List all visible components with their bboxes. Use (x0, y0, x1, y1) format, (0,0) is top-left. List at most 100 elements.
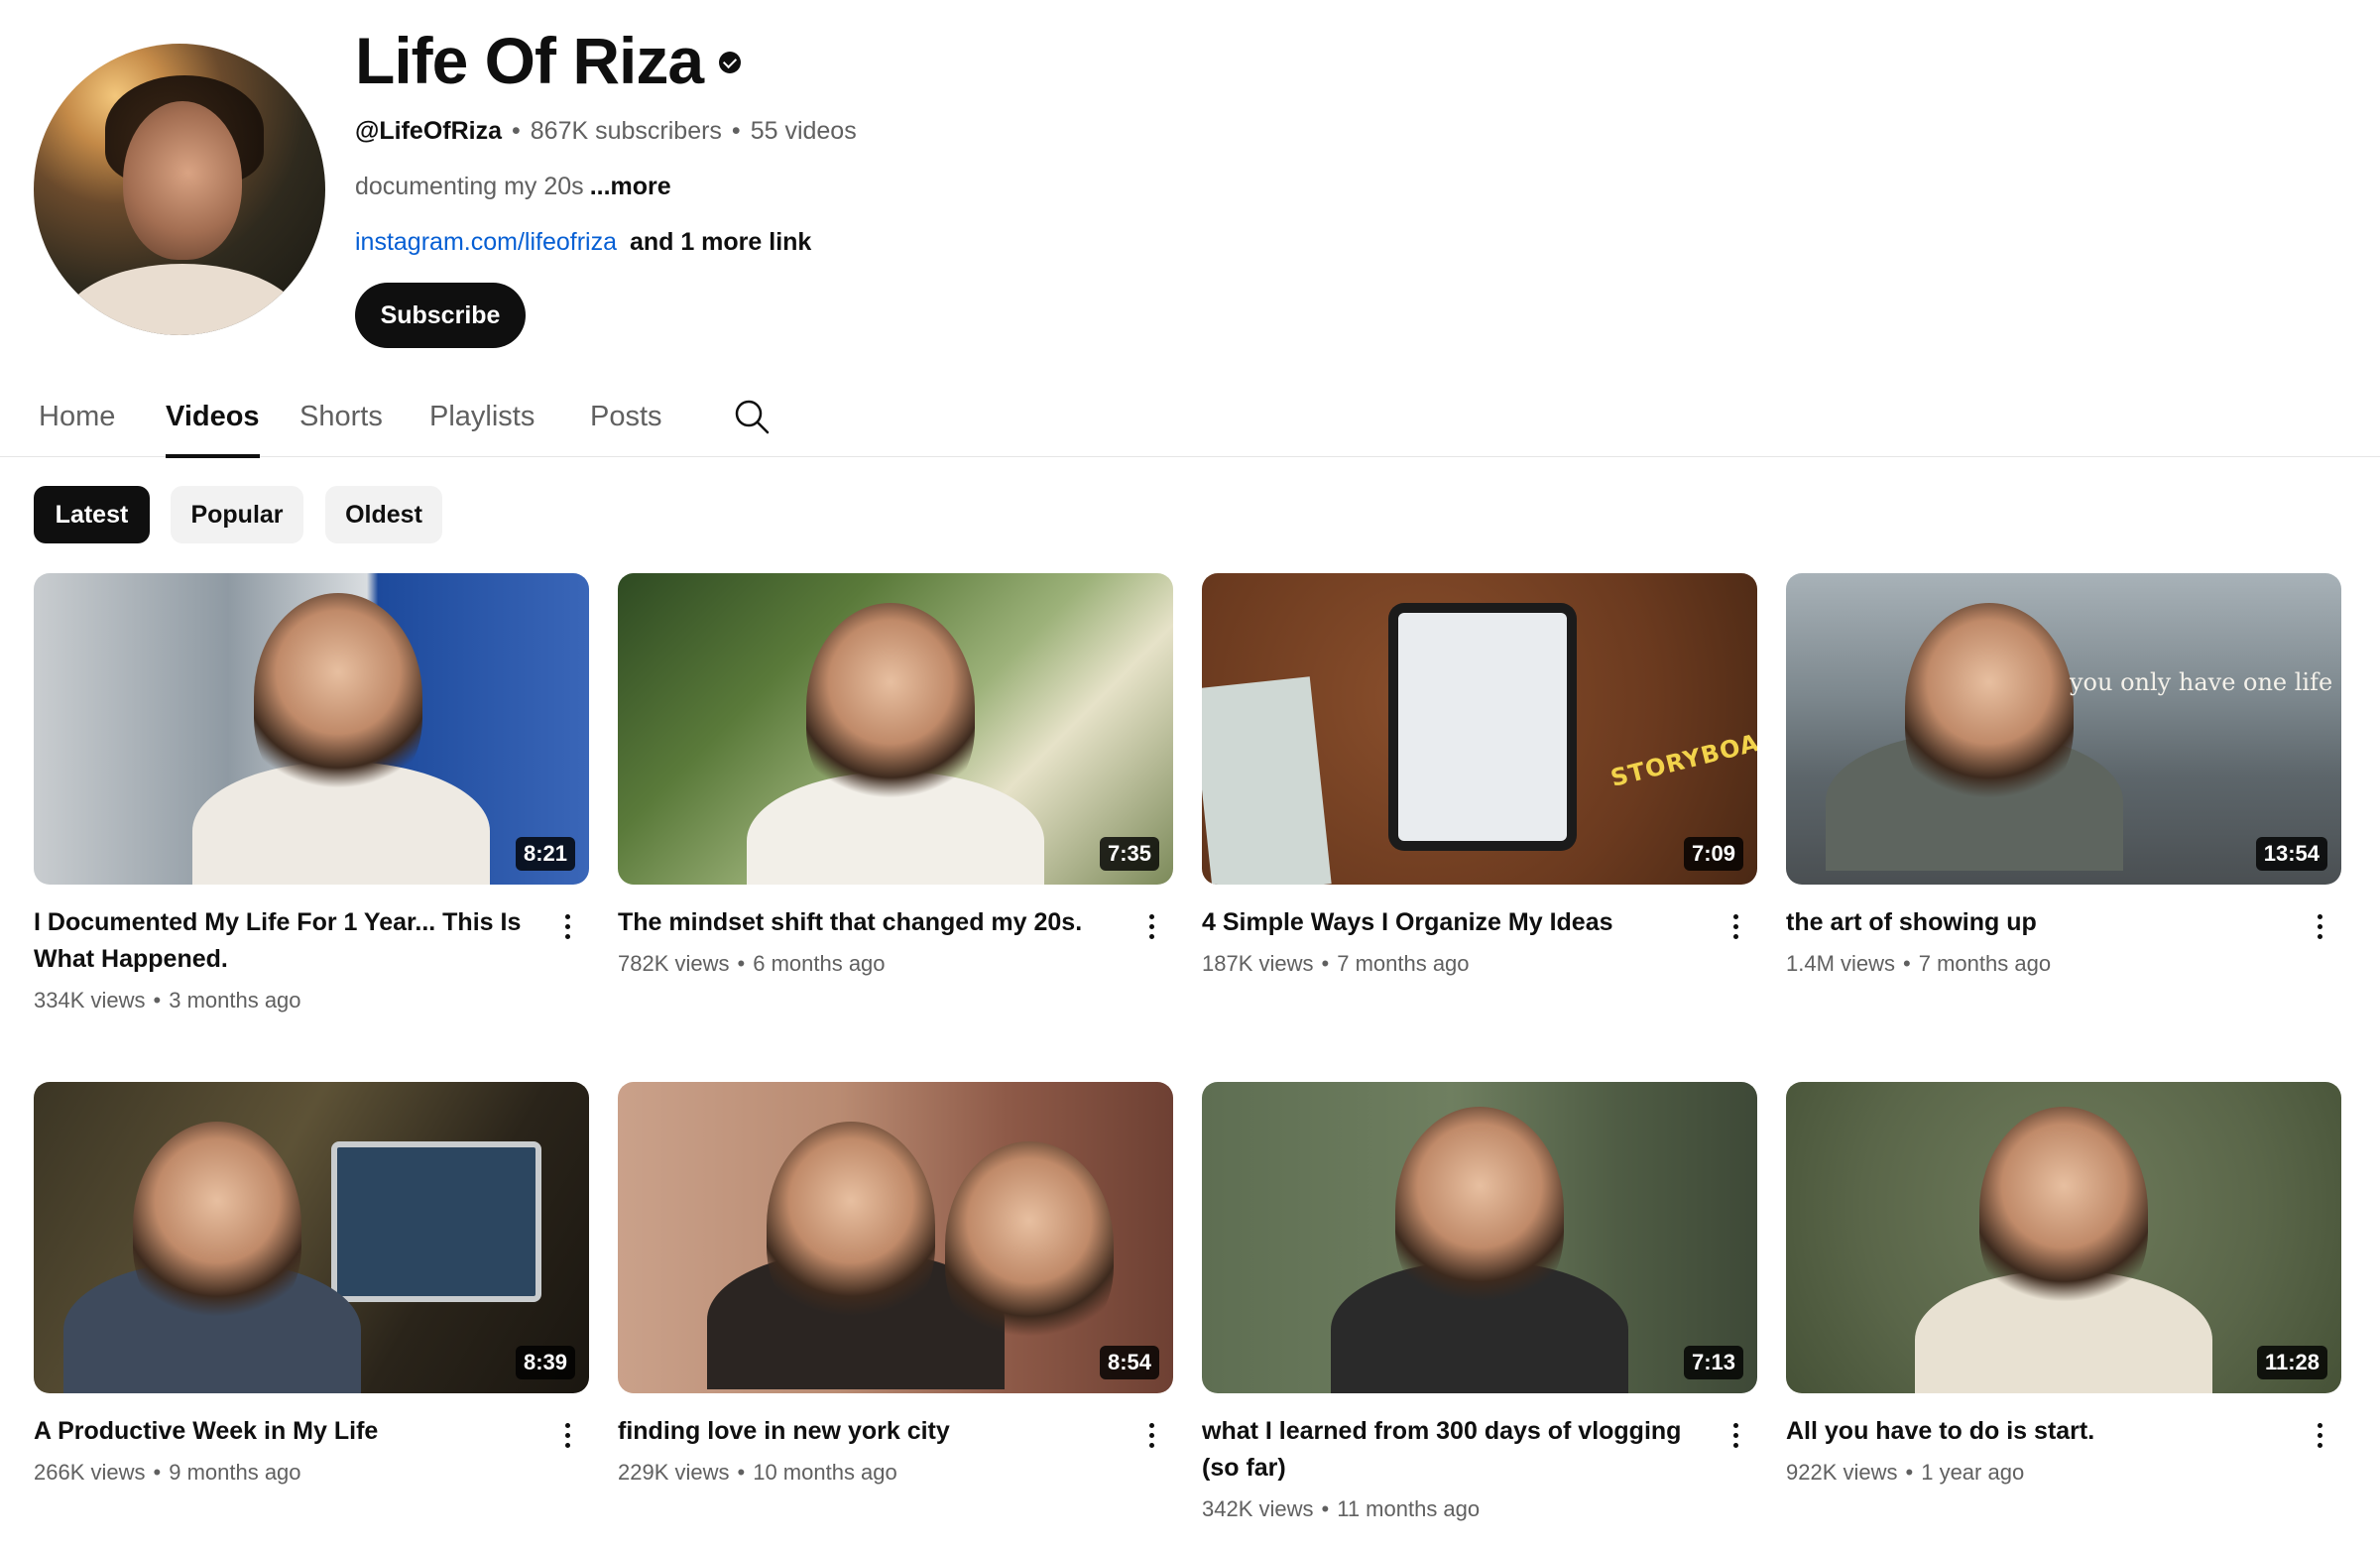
video-count: 55 videos (750, 117, 857, 145)
description-more-link[interactable]: ...more (590, 173, 671, 200)
separator-dot: • (1321, 1496, 1330, 1521)
more-options-icon[interactable] (2308, 906, 2331, 946)
video-thumbnail[interactable]: 7:35 (618, 573, 1173, 885)
view-count: 342K views (1202, 1496, 1314, 1521)
subscriber-count: 867K subscribers (530, 117, 722, 145)
video-thumbnail[interactable]: 8:39 (34, 1082, 589, 1393)
video-card[interactable]: 8:54 finding love in new york city 229K … (618, 1082, 1173, 1489)
video-title[interactable]: The mindset shift that changed my 20s. (618, 904, 1133, 941)
upload-age: 6 months ago (753, 951, 886, 976)
upload-age: 11 months ago (1337, 1496, 1481, 1521)
subject-face (133, 1122, 301, 1330)
more-options-icon[interactable] (2308, 1415, 2331, 1455)
more-links-button[interactable]: and 1 more link (630, 228, 811, 256)
upload-age: 10 months ago (753, 1460, 897, 1485)
more-options-icon[interactable] (555, 906, 579, 946)
subject-face (1395, 1107, 1564, 1315)
channel-handle: @LifeOfRiza (355, 117, 502, 145)
video-card[interactable]: 7:13 what I learned from 300 days of vlo… (1202, 1082, 1757, 1526)
video-card[interactable]: 8:21 I Documented My Life For 1 Year... … (34, 573, 589, 1017)
video-thumbnail[interactable]: 8:21 (34, 573, 589, 885)
view-count: 187K views (1202, 951, 1314, 976)
upload-age: 7 months ago (1918, 951, 2052, 976)
subject-face (767, 1122, 935, 1330)
instagram-link[interactable]: instagram.com/lifeofriza (355, 228, 617, 256)
avatar-face (123, 101, 242, 260)
more-options-icon[interactable] (1724, 906, 1747, 946)
video-card[interactable]: 8:39 A Productive Week in My Life 266K v… (34, 1082, 589, 1489)
video-card[interactable]: 7:35 The mindset shift that changed my 2… (618, 573, 1173, 981)
tab-posts[interactable]: Posts (590, 397, 662, 436)
video-title[interactable]: All you have to do is start. (1786, 1413, 2302, 1450)
more-options-icon[interactable] (1139, 1415, 1163, 1455)
avatar-shirt (63, 264, 301, 335)
video-thumbnail[interactable]: STORYBOARD 7:09 (1202, 573, 1757, 885)
channel-name: Life Of Riza (355, 22, 742, 99)
tab-home[interactable]: Home (39, 397, 115, 436)
channel-tabs: Home Videos Shorts Playlists Posts (0, 387, 2380, 458)
channel-links: instagram.com/lifeofriza and 1 more link (355, 224, 811, 260)
notebook-shape (1202, 676, 1332, 885)
video-thumbnail[interactable]: you only have one life 13:54 (1786, 573, 2341, 885)
subject-face (254, 593, 422, 801)
subscribe-button[interactable]: Subscribe (355, 283, 526, 348)
upload-age: 7 months ago (1337, 951, 1470, 976)
video-title[interactable]: the art of showing up (1786, 904, 2302, 941)
chip-popular[interactable]: Popular (171, 486, 303, 543)
subject-face (945, 1141, 1114, 1350)
view-count: 229K views (618, 1460, 730, 1485)
tab-videos[interactable]: Videos (166, 397, 260, 458)
description-text: documenting my 20s (355, 173, 584, 200)
separator-dot: • (737, 951, 746, 976)
more-options-icon[interactable] (555, 1415, 579, 1455)
video-thumbnail[interactable]: 11:28 (1786, 1082, 2341, 1393)
upload-age: 9 months ago (169, 1460, 301, 1485)
video-title[interactable]: I Documented My Life For 1 Year... This … (34, 904, 549, 978)
more-options-icon[interactable] (1724, 1415, 1747, 1455)
chip-oldest[interactable]: Oldest (325, 486, 442, 543)
separator-dot: • (153, 1460, 162, 1485)
channel-name-text: Life Of Riza (355, 24, 704, 97)
video-stats: 229K views • 10 months ago (618, 1456, 1173, 1489)
video-duration: 11:28 (2256, 1346, 2327, 1379)
video-thumbnail[interactable]: 8:54 (618, 1082, 1173, 1393)
separator-dot: • (731, 117, 741, 145)
chip-latest[interactable]: Latest (34, 486, 150, 543)
view-count: 922K views (1786, 1460, 1898, 1485)
view-count: 1.4M views (1786, 951, 1896, 976)
separator-dot: • (1905, 1460, 1914, 1485)
channel-meta: @LifeOfRiza • 867K subscribers • 55 videos (355, 113, 857, 149)
more-options-icon[interactable] (1139, 906, 1163, 946)
video-card[interactable]: STORYBOARD 7:09 4 Simple Ways I Organize… (1202, 573, 1757, 981)
video-duration: 8:21 (515, 837, 575, 871)
separator-dot: • (512, 117, 521, 145)
video-card[interactable]: you only have one life 13:54 the art of … (1786, 573, 2341, 981)
tab-playlists[interactable]: Playlists (429, 397, 535, 436)
video-stats: 187K views • 7 months ago (1202, 947, 1757, 981)
video-stats: 1.4M views • 7 months ago (1786, 947, 2341, 981)
channel-description[interactable]: documenting my 20s ...more (355, 169, 671, 204)
video-duration: 8:39 (515, 1346, 575, 1379)
video-duration: 7:13 (1683, 1346, 1743, 1379)
thumbnail-overlay-text: you only have one life (2070, 668, 2333, 696)
video-title[interactable]: finding love in new york city (618, 1413, 1133, 1450)
video-title[interactable]: 4 Simple Ways I Organize My Ideas (1202, 904, 1718, 941)
subject-face (1979, 1107, 2148, 1315)
upload-age: 3 months ago (169, 988, 301, 1013)
video-duration: 7:35 (1099, 837, 1159, 871)
search-icon[interactable] (732, 397, 772, 436)
video-thumbnail[interactable]: 7:13 (1202, 1082, 1757, 1393)
separator-dot: • (1321, 951, 1330, 976)
video-title[interactable]: what I learned from 300 days of vlogging… (1202, 1413, 1718, 1487)
video-title[interactable]: A Productive Week in My Life (34, 1413, 549, 1450)
video-stats: 266K views • 9 months ago (34, 1456, 589, 1489)
upload-age: 1 year ago (1921, 1460, 2025, 1485)
monitor-shape (331, 1141, 541, 1302)
video-card[interactable]: 11:28 All you have to do is start. 922K … (1786, 1082, 2341, 1489)
tab-shorts[interactable]: Shorts (299, 397, 383, 436)
verified-check-icon (719, 51, 742, 73)
view-count: 782K views (618, 951, 730, 976)
separator-dot: • (153, 988, 162, 1013)
video-duration: 7:09 (1683, 837, 1743, 871)
view-count: 334K views (34, 988, 146, 1013)
